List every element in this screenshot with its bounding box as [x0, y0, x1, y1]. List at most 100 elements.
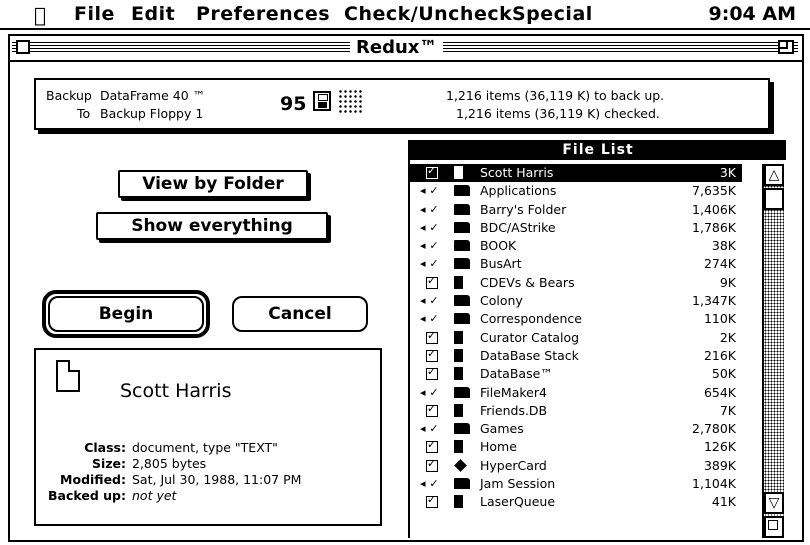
menu-file[interactable]: File [74, 3, 115, 25]
file-size: 1,406K [692, 201, 736, 217]
checkbox-icon[interactable] [416, 329, 442, 346]
file-icon [454, 403, 463, 417]
file-row[interactable]: ◂ ✓ Correspondence 110K [410, 310, 742, 328]
checked-box-icon [426, 402, 438, 417]
class-value: document, type "TEXT" [132, 440, 278, 455]
scroll-down-arrow-icon[interactable]: ▽ [764, 492, 784, 514]
file-name: DataBase™ [480, 366, 553, 382]
expand-check-icon[interactable]: ◂ ✓ [416, 238, 442, 254]
menu-clock: 9:04 AM [708, 3, 797, 25]
file-name: Curator Catalog [480, 329, 580, 345]
backup-volume: DataFrame 40 ™ [100, 88, 206, 103]
close-box-icon[interactable] [16, 40, 30, 54]
expand-check-icon[interactable]: ◂ ✓ [416, 476, 442, 492]
file-size: 2K [719, 329, 736, 345]
info-modified-row: Modified: Sat, Jul 30, 1988, 11:07 PM [36, 472, 376, 487]
file-row[interactable]: CDEVs & Bears 9K [410, 274, 742, 292]
backed-up-value: not yet [132, 488, 177, 503]
menu-preferences[interactable]: Preferences [196, 3, 330, 25]
backed-up-label: Backed up: [48, 488, 126, 503]
backup-label: Backup [46, 88, 92, 103]
expand-check-icon[interactable]: ◂ ✓ [416, 202, 442, 218]
checkbox-icon[interactable] [416, 493, 442, 510]
file-name: Scott Harris [480, 165, 554, 180]
file-name: Correspondence [480, 311, 582, 327]
file-row[interactable]: ◂ ✓ BOOK 38K [410, 237, 742, 255]
begin-button[interactable]: Begin [48, 296, 204, 332]
show-everything-button[interactable]: Show everything [96, 212, 328, 240]
hypercard-icon [454, 458, 467, 472]
file-row[interactable]: DataBase™ 50K [410, 365, 742, 383]
file-size: 3K [719, 165, 736, 180]
modified-value: Sat, Jul 30, 1988, 11:07 PM [132, 472, 302, 487]
file-row[interactable]: Curator Catalog 2K [410, 329, 742, 347]
file-row[interactable]: ◂ ✓ BusArt 274K [410, 255, 742, 273]
checkbox-icon[interactable] [416, 164, 442, 181]
file-row[interactable]: Scott Harris 3K [410, 164, 742, 183]
file-row[interactable]: ◂ ✓ BDC/AStrike 1,786K [410, 219, 742, 237]
folder-icon [454, 423, 470, 435]
file-row[interactable]: ◂ ✓ Colony 1,347K [410, 292, 742, 310]
expand-check-icon[interactable]: ◂ ✓ [416, 311, 442, 327]
floppy-disk-icon [313, 91, 331, 111]
checked-box-icon [426, 457, 438, 472]
scrollbar[interactable]: △ ▽ [762, 164, 784, 538]
class-label: Class: [84, 440, 126, 455]
file-icon [454, 166, 463, 179]
scroll-thumb[interactable] [764, 188, 784, 210]
file-size: 1,347K [692, 293, 736, 309]
checked-box-icon [426, 493, 438, 509]
file-row[interactable]: ◂ ✓ Jam Session 1,104K [410, 475, 742, 493]
checkbox-icon[interactable] [416, 402, 442, 419]
folder-icon [454, 386, 470, 398]
info-size-row: Size: 2,805 bytes [36, 456, 376, 471]
file-name: Jam Session [480, 476, 556, 492]
grow-box-icon[interactable] [764, 516, 784, 538]
file-size: 7,635K [692, 183, 736, 199]
info-file-name: Scott Harris [120, 380, 232, 402]
menu-special[interactable]: Special [512, 3, 593, 25]
file-row[interactable]: HyperCard 389K [410, 457, 742, 475]
file-name: BDC/AStrike [480, 219, 556, 235]
expand-check-icon[interactable]: ◂ ✓ [416, 183, 442, 199]
checked-box-icon [426, 329, 438, 344]
file-icon [454, 495, 463, 509]
expand-check-icon[interactable]: ◂ ✓ [416, 421, 442, 437]
checkbox-icon[interactable] [416, 457, 442, 474]
triangle-check-icon: ◂ ✓ [420, 385, 439, 399]
cancel-button[interactable]: Cancel [232, 296, 368, 332]
folder-icon [454, 203, 470, 215]
info-class-row: Class: document, type "TEXT" [36, 440, 376, 455]
disk-count: 95 [280, 93, 307, 115]
file-row[interactable]: ◂ ✓ Games 2,780K [410, 420, 742, 438]
file-row[interactable]: Home 126K [410, 438, 742, 456]
file-row[interactable]: ◂ ✓ FileMaker4 654K [410, 384, 742, 402]
file-row[interactable]: DataBase Stack 216K [410, 347, 742, 365]
folder-icon [454, 185, 470, 197]
file-list-panel: File List Scott Harris 3K ◂ ✓ Applications 7… [408, 140, 786, 538]
expand-check-icon[interactable]: ◂ ✓ [416, 256, 442, 272]
checkbox-icon[interactable] [416, 438, 442, 455]
checkbox-icon[interactable] [416, 274, 442, 291]
zoom-box-icon[interactable] [778, 40, 794, 54]
file-size: 1,104K [692, 476, 736, 492]
expand-check-icon[interactable]: ◂ ✓ [416, 293, 442, 309]
status-panel: Backup DataFrame 40 ™ To Backup Floppy 1… [34, 78, 770, 130]
file-row[interactable]: ◂ ✓ Applications 7,635K [410, 182, 742, 200]
checkbox-icon[interactable] [416, 365, 442, 382]
window-title: Redux™ [350, 37, 444, 58]
title-bar[interactable]: Redux™ [10, 36, 802, 62]
menu-check-uncheck[interactable]: Check/Uncheck [344, 3, 512, 25]
triangle-check-icon: ◂ ✓ [420, 202, 439, 216]
file-name: DataBase Stack [480, 347, 579, 363]
file-row[interactable]: LaserQueue 41K [410, 493, 742, 511]
view-by-folder-button[interactable]: View by Folder [118, 170, 308, 198]
file-row[interactable]: ◂ ✓ Barry's Folder 1,406K [410, 201, 742, 219]
file-row[interactable]: Friends.DB 7K [410, 402, 742, 420]
expand-check-icon[interactable]: ◂ ✓ [416, 385, 442, 401]
menu-edit[interactable]: Edit [131, 3, 175, 25]
scroll-up-arrow-icon[interactable]: △ [764, 164, 784, 186]
apple-icon[interactable]:  [34, 3, 46, 27]
checkbox-icon[interactable] [416, 347, 442, 364]
expand-check-icon[interactable]: ◂ ✓ [416, 220, 442, 236]
